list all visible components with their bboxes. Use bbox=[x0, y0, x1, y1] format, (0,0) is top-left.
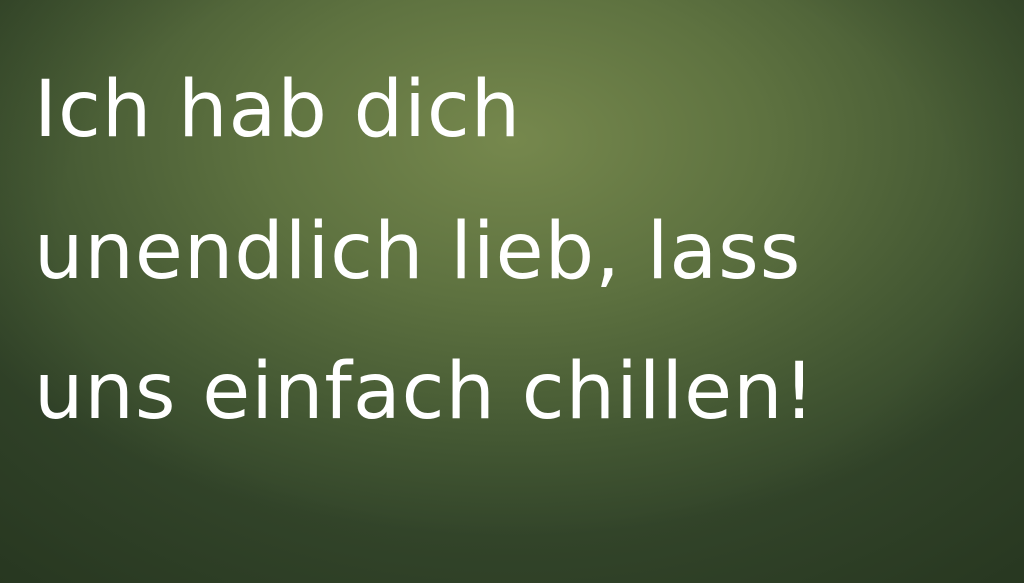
quote-line-2: unendlich lieb, lass bbox=[34, 207, 802, 297]
quote-line-1: Ich hab dich bbox=[34, 65, 522, 155]
quote-card: Ich hab dich unendlich lieb, lass uns ei… bbox=[0, 0, 1024, 583]
quote-line-3: uns einfach chillen! bbox=[34, 347, 816, 437]
quote-text: Ich hab dich unendlich lieb, lass uns ei… bbox=[34, 50, 1014, 462]
